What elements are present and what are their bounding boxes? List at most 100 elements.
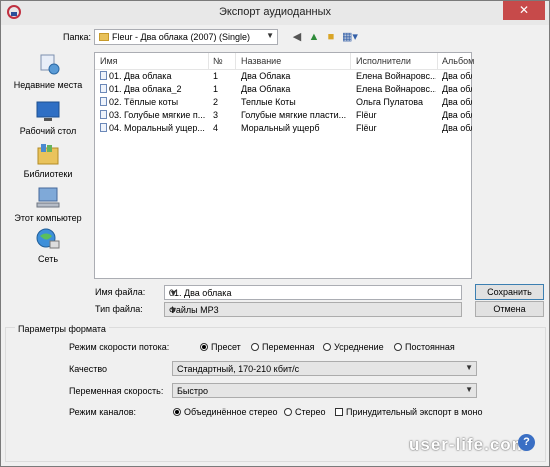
- watermark-text: user-life.com: [409, 435, 528, 454]
- place-label: Библиотеки: [23, 169, 73, 179]
- place-recent[interactable]: Недавние места: [6, 53, 90, 90]
- export-audio-dialog: Экспорт аудиоданных ✕ Папка: Fleur - Два…: [0, 0, 550, 467]
- column-header-number[interactable]: №: [213, 56, 223, 66]
- radio-dot: [394, 343, 402, 351]
- quality-label: Качество: [69, 364, 108, 374]
- force-mono-checkbox[interactable]: Принудительный экспорт в моно: [335, 407, 482, 417]
- file-artist: Flёur: [356, 123, 377, 133]
- place-computer[interactable]: Этот компьютер: [6, 186, 90, 223]
- place-label: Рабочий стол: [19, 126, 77, 136]
- filename-label: Имя файла:: [95, 287, 146, 297]
- file-row[interactable]: 03. Голубые мягкие п... 3 Голубые мягкие…: [95, 109, 472, 122]
- window-title: Экспорт аудиоданных: [218, 6, 332, 18]
- close-button[interactable]: ✕: [503, 1, 545, 20]
- chevron-down-icon: ▼: [169, 305, 178, 315]
- format-options-title: Параметры формата: [15, 324, 109, 334]
- chevron-down-icon: ▼: [465, 363, 473, 372]
- audio-file-icon: [100, 84, 107, 93]
- file-number: 4: [213, 123, 219, 133]
- channel-mode-label: Режим каналов:: [69, 407, 137, 417]
- audio-file-icon: [100, 123, 107, 132]
- file-name: 01. Два облака: [100, 71, 208, 81]
- column-header-artist[interactable]: Исполнители: [356, 56, 411, 66]
- network-icon: [35, 227, 61, 251]
- help-button[interactable]: ?: [518, 434, 535, 451]
- place-desktop[interactable]: Рабочий стол: [6, 99, 90, 136]
- variable-speed-value: Быстро: [177, 386, 209, 396]
- up-folder-icon[interactable]: ▲: [307, 29, 321, 45]
- chevron-down-icon: ▼: [465, 385, 473, 394]
- file-name: 02. Тёплые коты: [100, 97, 208, 107]
- recent-places-icon: [35, 53, 61, 77]
- folder-value: Fleur - Два облака (2007) (Single): [112, 32, 250, 42]
- radio-average[interactable]: Усреднение: [323, 342, 384, 352]
- radio-dot: [251, 343, 259, 351]
- filename-input[interactable]: 01. Два облака ▼: [164, 285, 462, 300]
- file-list[interactable]: Имя № Название Исполнители Альбом 01. Дв…: [94, 52, 474, 279]
- file-artist: Елена Войнаровс...: [356, 71, 436, 81]
- file-name: 04. Моральный ущер...: [100, 123, 208, 133]
- file-album: Два облака (Single): [442, 71, 472, 81]
- radio-variable[interactable]: Переменная: [251, 342, 315, 352]
- file-title: Голубые мягкие пласти...: [241, 110, 347, 120]
- file-row[interactable]: 04. Моральный ущер... 4 Моральный ущерб …: [95, 122, 472, 135]
- file-title: Моральный ущерб: [241, 123, 320, 133]
- file-number: 3: [213, 110, 219, 120]
- file-album: Два облака (Single): [442, 110, 472, 120]
- view-menu-icon[interactable]: ▦▾: [340, 29, 360, 45]
- audio-file-icon: [100, 71, 107, 80]
- file-album: Два облака (Single): [442, 84, 472, 94]
- file-artist: Ольга Пулатова: [356, 97, 423, 107]
- column-header-title[interactable]: Название: [241, 56, 281, 66]
- place-network[interactable]: Сеть: [6, 227, 90, 264]
- place-label: Этот компьютер: [14, 213, 82, 223]
- file-row[interactable]: 02. Тёплые коты 2 Теплые Коты Ольга Пула…: [95, 96, 472, 109]
- place-label: Недавние места: [13, 80, 83, 90]
- file-list-header: Имя № Название Исполнители Альбом: [95, 53, 474, 70]
- file-album: Два облака (Single): [442, 123, 472, 133]
- title-bar: Экспорт аудиоданных ✕: [1, 1, 549, 25]
- bitrate-mode-label: Режим скорости потока:: [69, 342, 170, 352]
- radio-stereo[interactable]: Стерео: [284, 407, 326, 417]
- variable-speed-select[interactable]: Быстро ▼: [172, 383, 477, 398]
- cancel-button[interactable]: Отмена: [475, 301, 544, 317]
- column-header-name[interactable]: Имя: [100, 56, 118, 66]
- chevron-down-icon: ▼: [266, 31, 274, 40]
- folder-icon: [99, 33, 109, 41]
- new-folder-icon[interactable]: ■: [324, 29, 338, 45]
- radio-dot-selected: [200, 343, 208, 351]
- place-libraries[interactable]: Библиотеки: [6, 142, 90, 179]
- file-title: Теплые Коты: [241, 97, 296, 107]
- filetype-label: Тип файла:: [95, 304, 143, 314]
- save-button[interactable]: Сохранить: [475, 284, 544, 300]
- file-artist: Елена Войнаровс...: [356, 84, 436, 94]
- file-number: 2: [213, 97, 219, 107]
- file-row[interactable]: 01. Два облака_2 1 Два Облака Елена Войн…: [95, 83, 472, 96]
- file-title: Два Облака: [241, 71, 291, 81]
- radio-constant[interactable]: Постоянная: [394, 342, 455, 352]
- folder-label: Папка:: [63, 32, 91, 42]
- file-name: 01. Два облака_2: [100, 84, 208, 94]
- file-row[interactable]: 01. Два облака 1 Два Облака Елена Войнар…: [95, 70, 472, 83]
- checkbox-box: [335, 408, 343, 416]
- libraries-icon: [35, 142, 61, 166]
- radio-joint-stereo[interactable]: Объединённое стерео: [173, 407, 278, 417]
- file-name: 03. Голубые мягкие п...: [100, 110, 208, 120]
- radio-dot: [323, 343, 331, 351]
- quality-select[interactable]: Стандартный, 170-210 кбит/с ▼: [172, 361, 477, 376]
- back-icon[interactable]: ◀: [290, 29, 304, 45]
- audio-file-icon: [100, 110, 107, 119]
- audio-file-icon: [100, 97, 107, 106]
- filetype-select[interactable]: Файлы MP3 ▼: [164, 302, 462, 317]
- radio-dot-selected: [173, 408, 181, 416]
- place-label: Сеть: [37, 254, 59, 264]
- file-artist: Flёur: [356, 110, 377, 120]
- chevron-down-icon: ▼: [169, 288, 178, 298]
- desktop-icon: [35, 99, 61, 123]
- folder-combo[interactable]: Fleur - Два облака (2007) (Single) ▼: [94, 29, 278, 45]
- column-header-album[interactable]: Альбом: [442, 56, 474, 66]
- radio-preset[interactable]: Пресет: [200, 342, 241, 352]
- file-number: 1: [213, 71, 219, 81]
- radio-dot: [284, 408, 292, 416]
- places-bar: Недавние места Рабочий стол Библиотеки Э…: [6, 51, 90, 283]
